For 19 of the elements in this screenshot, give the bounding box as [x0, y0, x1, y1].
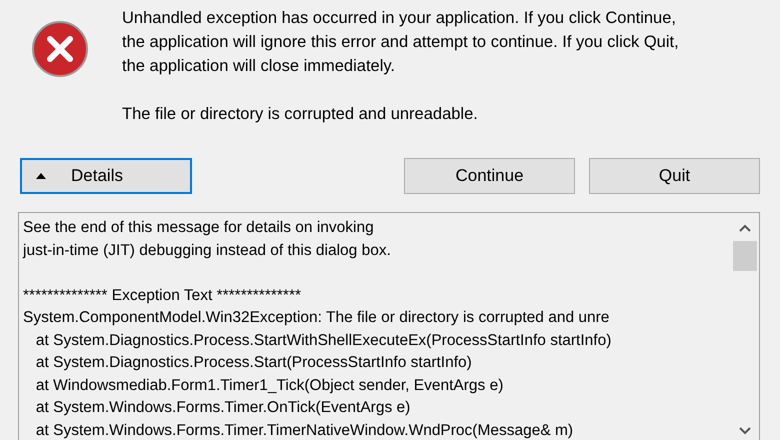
details-line: just-in-time (JIT) debugging instead of this dialog box. — [23, 240, 392, 260]
details-line: at System.Windows.Forms.Timer.OnTick(EventArgs e) — [34, 398, 412, 418]
details-line: at Windowsmediab.Form1.Timer1_Tick(Object sender, EventArgs e) — [34, 376, 504, 396]
details-line: at System.Windows.Forms.Timer.TimerNativeWindow.WndProc(Message& m) — [34, 420, 574, 440]
details-line: See the end of this message for details on invoking — [23, 218, 375, 238]
scroll-thumb[interactable] — [733, 241, 757, 271]
scroll-up-icon[interactable] — [738, 223, 752, 233]
details-button[interactable]: Details — [20, 158, 192, 194]
caret-icon — [36, 173, 46, 179]
details-line: ************** Exception Text ************** — [23, 286, 302, 306]
scroll-down-icon[interactable] — [738, 426, 752, 436]
message-text: The file or directory is corrupted and unreadable. — [122, 104, 479, 125]
message-text: Unhandled exception has occurred in your application. If you click Continue, the application will ignore this error and attempt to continue. If you click Quit, the application will close immediately. — [122, 8, 680, 77]
quit-button[interactable]: Quit — [589, 158, 760, 194]
continue-button[interactable]: Continue — [404, 158, 575, 194]
error-icon — [31, 20, 89, 78]
details-line: System.ComponentModel.Win32Exception: The file or directory is corrupted and unre — [23, 308, 610, 328]
details-line: at System.Diagnostics.Process.Start(ProcessStartInfo startInfo) — [34, 353, 473, 373]
details-line: at System.Diagnostics.Process.StartWithShellExecuteEx(ProcessStartInfo startInfo) — [34, 330, 612, 350]
